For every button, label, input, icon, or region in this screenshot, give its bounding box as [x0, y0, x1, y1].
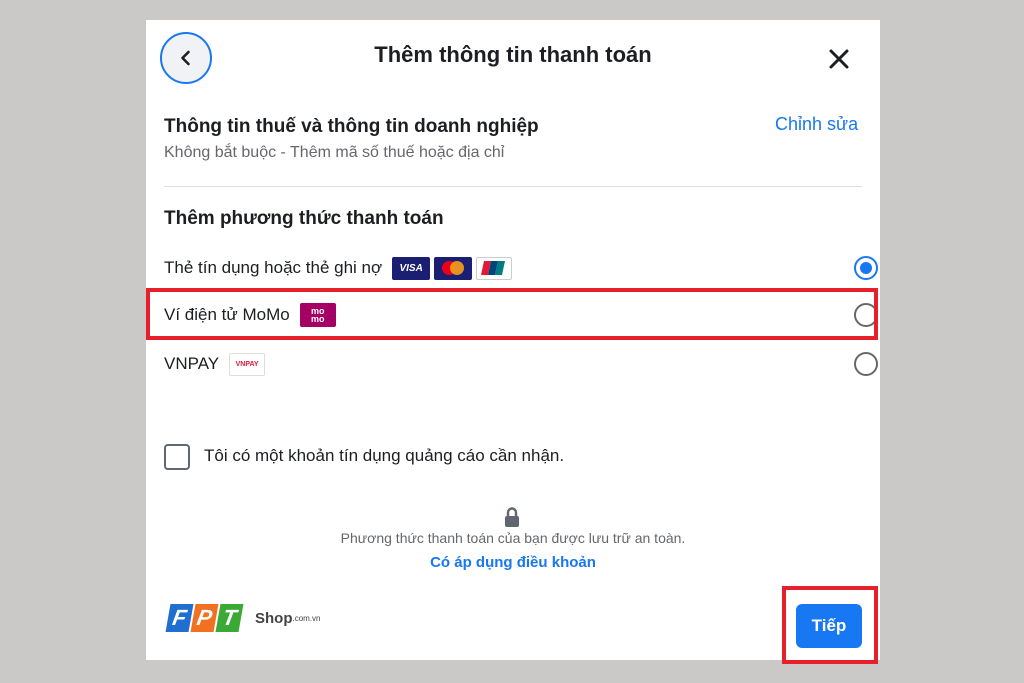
vnpay-logo: VNPAY: [229, 352, 266, 376]
momo-highlight-frame: [146, 288, 878, 340]
next-highlight-frame: [782, 586, 878, 664]
close-icon: [829, 49, 849, 69]
shop-suffix: .com.vn: [292, 613, 321, 623]
tax-info-title: Thông tin thuế và thông tin doanh nghiệp: [164, 116, 539, 137]
payment-option-vnpay[interactable]: VNPAY VNPAY: [164, 344, 878, 384]
fpt-letter-p: P: [190, 604, 219, 632]
tax-info-subtitle: Không bắt buộc - Thêm mã số thuế hoặc đị…: [164, 144, 505, 161]
terms-link[interactable]: Có áp dụng điều khoản: [146, 554, 880, 571]
shop-text: Shop: [255, 609, 293, 627]
payment-option-label: VNPAY: [164, 354, 220, 373]
radio-card[interactable]: [854, 256, 878, 280]
fpt-shop-logo: F P T Shop .com.vn: [165, 598, 321, 638]
lock-icon: [505, 507, 519, 527]
payment-dialog: Thêm thông tin thanh toán Thông tin thuế…: [146, 20, 880, 664]
payment-section-title: Thêm phương thức thanh toán: [164, 208, 444, 229]
fpt-letter-f: F: [165, 604, 194, 632]
payment-option-label: Thẻ tín dụng hoặc thẻ ghi nợ: [164, 258, 383, 277]
ad-credit-label[interactable]: Tôi có một khoản tín dụng quảng cáo cần …: [204, 446, 564, 466]
unionpay-logo: [476, 256, 513, 280]
payment-option-card[interactable]: Thẻ tín dụng hoặc thẻ ghi nợ VISA: [164, 248, 878, 288]
secure-storage-text: Phương thức thanh toán của bạn được lưu …: [340, 530, 686, 546]
dialog-title: Thêm thông tin thanh toán: [374, 42, 652, 67]
ad-credit-checkbox[interactable]: [164, 444, 190, 470]
divider: [164, 186, 862, 187]
close-button[interactable]: [824, 44, 854, 74]
visa-logo: VISA: [392, 256, 431, 280]
mastercard-logo: [434, 256, 473, 280]
fpt-letter-t: T: [215, 604, 244, 632]
edit-link[interactable]: Chỉnh sửa: [775, 114, 858, 135]
radio-vnpay[interactable]: [854, 352, 878, 376]
